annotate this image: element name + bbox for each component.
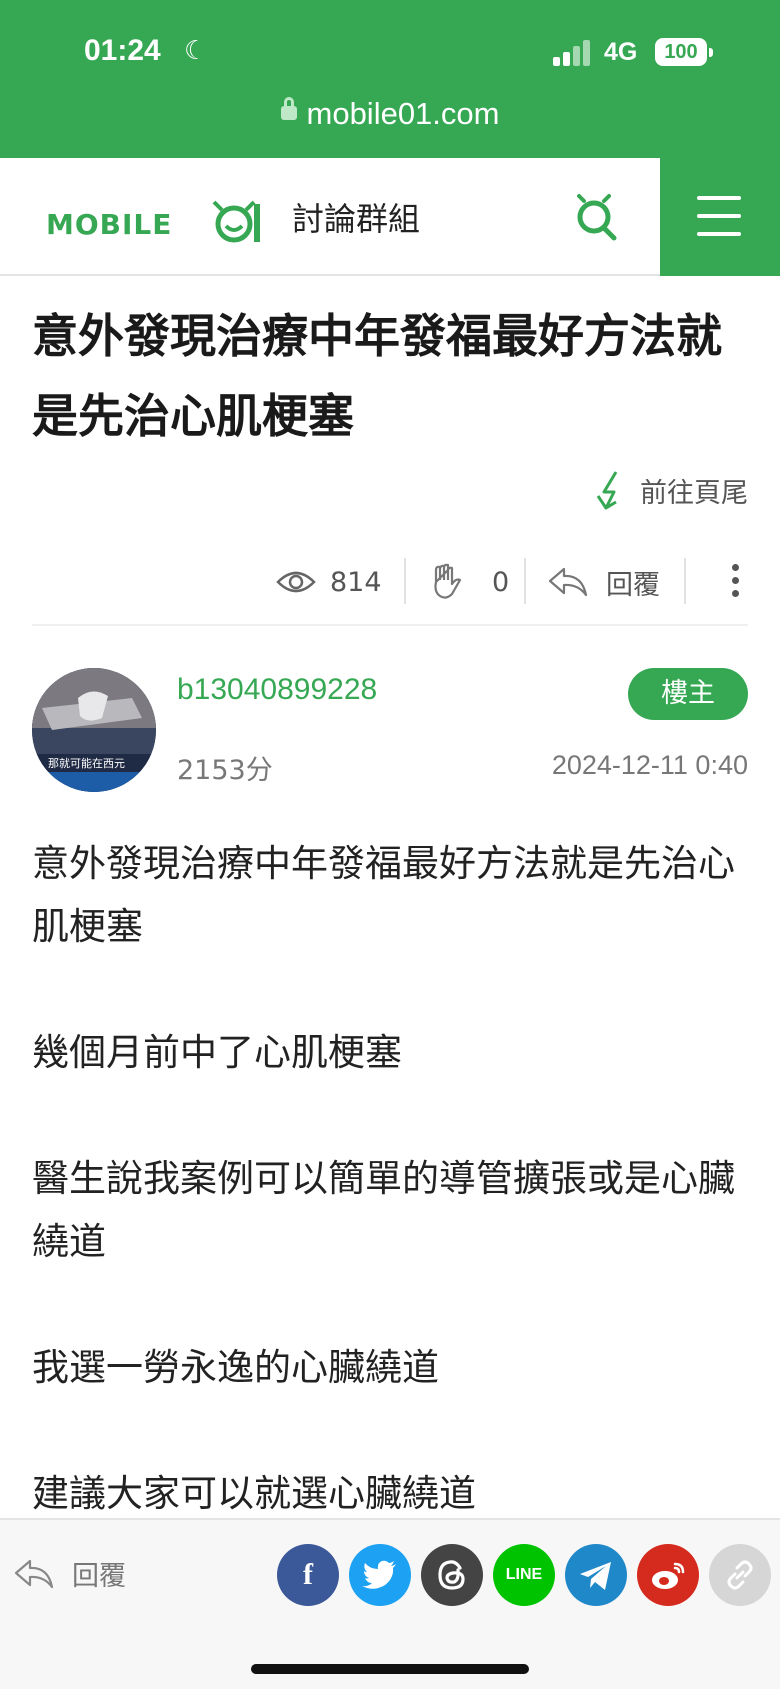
likes-value: 0	[492, 566, 510, 598]
arrow-down-icon	[596, 471, 618, 510]
goto-bottom-label: 前往頁尾	[640, 477, 748, 509]
avatar-image: 那就可能在西元	[32, 668, 156, 792]
post-paragraph: 建議大家可以就選心臟繞道	[32, 1472, 476, 1515]
reply-icon	[548, 567, 588, 597]
divider	[404, 558, 406, 604]
avatar[interactable]: 那就可能在西元	[32, 668, 156, 792]
divider	[524, 558, 526, 604]
search-button[interactable]	[570, 192, 624, 246]
author-username[interactable]: b13040899228	[177, 673, 377, 707]
line-share-button[interactable]: LINE	[493, 1544, 555, 1606]
bottom-action-bar: 回覆 f LINE	[0, 1518, 780, 1689]
views-count: 814	[276, 554, 382, 610]
status-time: 01:24	[84, 34, 161, 67]
home-indicator	[251, 1664, 529, 1674]
menu-line	[697, 214, 741, 218]
signal-icon	[553, 40, 595, 66]
post-paragraph: 幾個月前中了心肌梗塞	[32, 1031, 402, 1074]
reply-icon	[14, 1559, 54, 1588]
op-badge: 樓主	[628, 668, 748, 720]
copy-link-button[interactable]	[709, 1544, 771, 1606]
battery-icon: 100	[655, 38, 707, 66]
url-text: mobile01.com	[306, 96, 500, 131]
clap-icon	[434, 563, 462, 599]
views-value: 814	[330, 566, 382, 598]
telegram-icon	[580, 1562, 611, 1590]
twitter-share-button[interactable]	[349, 1544, 411, 1606]
post-content: 意外發現治療中年發福最好方法就是先治心肌梗塞 幾個月前中了心肌梗塞 醫生說我案例…	[32, 832, 748, 1525]
network-type: 4G	[604, 38, 638, 66]
line-icon: LINE	[505, 1566, 543, 1583]
more-options-button[interactable]	[732, 564, 742, 603]
site-logo[interactable]: MOBILE	[46, 198, 266, 243]
battery-tip	[709, 48, 713, 57]
threads-share-button[interactable]	[421, 1544, 483, 1606]
post-date: 2024-12-11 0:40	[551, 750, 748, 780]
moon-icon: ☾	[184, 36, 208, 66]
logo-icon: MOBILE	[46, 200, 260, 243]
reply-label: 回覆	[606, 569, 660, 601]
eye-icon	[276, 571, 316, 593]
section-title[interactable]: 討論群組	[292, 194, 420, 240]
threads-icon	[438, 1560, 465, 1590]
hamburger-menu-button[interactable]	[660, 158, 780, 276]
link-icon	[727, 1560, 753, 1590]
menu-line	[697, 196, 741, 200]
post-paragraph: 意外發現治療中年發福最好方法就是先治心肌梗塞	[32, 842, 735, 948]
facebook-icon: f	[303, 1558, 313, 1591]
bottom-reply-button[interactable]: 回覆	[14, 1554, 126, 1593]
like-button[interactable]: 0	[428, 554, 509, 610]
search-icon	[577, 194, 617, 241]
twitter-icon	[362, 1560, 396, 1589]
goto-bottom-link[interactable]: 前往頁尾	[592, 470, 748, 510]
divider	[684, 558, 686, 604]
avatar-caption: 那就可能在西元	[48, 756, 125, 770]
author-score: 2153分	[177, 755, 273, 786]
post-title: 意外發現治療中年發福最好方法就是先治心肌梗塞	[32, 309, 722, 443]
post-paragraph: 我選一勞永逸的心臟繞道	[32, 1346, 439, 1389]
status-bar: 01:24 ☾ 4G 100 mobile01.com	[0, 0, 780, 158]
reply-button[interactable]: 回覆	[548, 554, 660, 610]
telegram-share-button[interactable]	[565, 1544, 627, 1606]
weibo-icon	[652, 1562, 685, 1589]
bottom-reply-label: 回覆	[72, 1561, 126, 1592]
facebook-share-button[interactable]: f	[277, 1544, 339, 1606]
site-header: MOBILE 討論群組	[0, 158, 780, 276]
address-bar[interactable]: mobile01.com	[0, 96, 780, 132]
post-stats-bar: 814 0 回覆	[32, 548, 748, 626]
post-paragraph: 醫生說我案例可以簡單的導管擴張或是心臟繞道	[32, 1157, 735, 1263]
svg-text:MOBILE: MOBILE	[46, 208, 172, 241]
weibo-share-button[interactable]	[637, 1544, 699, 1606]
menu-line	[697, 232, 741, 236]
lock-icon	[280, 96, 297, 120]
